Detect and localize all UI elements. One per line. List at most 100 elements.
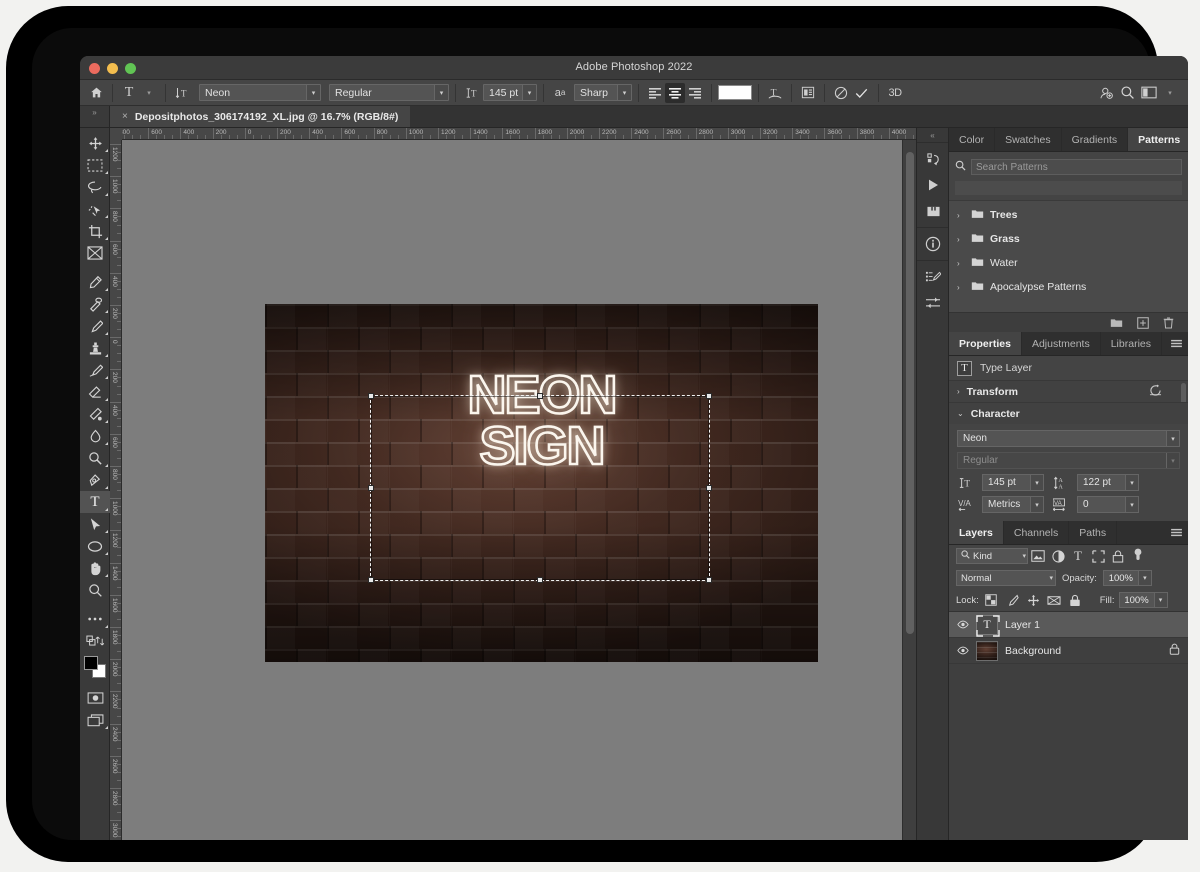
tab-gradients[interactable]: Gradients [1062,128,1129,151]
vertical-ruler[interactable]: 1200100080060040020002004006008001000120… [110,140,122,840]
table-row[interactable]: T Layer 1 [949,612,1188,638]
new-pattern-icon[interactable] [1137,317,1149,329]
info-panel-icon[interactable] [917,231,949,257]
list-item[interactable]: › Apocalypse Patterns [949,275,1188,299]
cancel-edits-icon[interactable] [831,83,851,103]
eyedropper-tool[interactable] [80,271,110,293]
lock-all-icon[interactable] [1067,594,1084,607]
ellipse-shape-tool[interactable] [80,535,110,557]
chevron-down-icon[interactable]: ▾ [1155,592,1168,608]
commit-edits-icon[interactable] [851,83,872,103]
panel-menu-icon[interactable] [1164,521,1188,544]
filter-toggle-switch-icon[interactable] [1128,548,1148,564]
tab-channels[interactable]: Channels [1004,521,1069,544]
rectangular-select-tool[interactable] [80,154,110,176]
character-kerning-select[interactable]: Metrics ▾ [982,496,1044,513]
home-icon[interactable] [86,83,106,103]
three-d-button[interactable]: 3D [885,83,905,103]
tab-properties[interactable]: Properties [949,332,1022,355]
tab-swatches[interactable]: Swatches [995,128,1062,151]
font-style-select[interactable]: Regular ▾ [329,84,449,101]
align-center-icon[interactable] [665,83,685,103]
eraser-tool[interactable] [80,381,110,403]
layer-filter-kind-select[interactable]: Kind ▾ [956,548,1028,564]
properties-sliders-panel-icon[interactable] [917,290,949,316]
chevron-right-icon[interactable]: › [957,283,965,292]
workspace-switcher-icon[interactable] [1138,83,1160,103]
image-layer-thumbnail[interactable] [976,641,998,661]
filter-type-layers-icon[interactable]: T [1068,548,1088,564]
path-selection-tool[interactable] [80,513,110,535]
toggle-text-orientation-icon[interactable]: T [172,83,193,103]
tab-color[interactable]: Color [949,128,995,151]
edit-toolbar-tool[interactable] [80,608,110,630]
character-paragraph-panels-icon[interactable] [798,83,818,103]
filter-smart-objects-icon[interactable] [1108,550,1128,563]
spot-healing-brush-tool[interactable] [80,293,110,315]
transform-handle-middle-right[interactable] [706,485,712,491]
eye-icon[interactable] [957,620,969,629]
character-font-family-select[interactable]: Neon ▾ [957,430,1180,447]
type-tool[interactable]: T [80,491,110,513]
search-input[interactable] [971,159,1182,175]
transform-handle-top-left[interactable] [368,393,374,399]
expand-panels-icon[interactable]: » [80,106,110,127]
chevron-right-icon[interactable]: › [957,259,965,268]
type-tool-icon[interactable]: T [119,83,139,103]
anti-aliasing-select[interactable]: Sharp ▾ [574,84,632,101]
section-transform[interactable]: › Transform [949,380,1188,402]
character-font-size-input[interactable]: 145 pt ▾ [982,474,1044,491]
character-tracking-input[interactable]: 0 ▾ [1077,496,1139,513]
type-layer-thumbnail[interactable]: T [976,615,998,635]
quick-mask-icon[interactable] [80,687,110,709]
lasso-tool[interactable] [80,176,110,198]
fill-input[interactable]: 100% [1119,592,1155,608]
list-item[interactable]: › Grass [949,227,1188,251]
actions-panel-icon[interactable] [917,172,949,198]
chevron-down-icon[interactable]: ▾ [1160,83,1180,103]
frame-tool[interactable] [80,242,110,264]
transform-handle-bottom-right[interactable] [706,577,712,583]
chevron-down-icon[interactable]: ▾ [139,83,159,103]
lock-position-icon[interactable] [1025,594,1042,607]
delete-pattern-icon[interactable] [1163,317,1174,329]
filter-adjustment-layers-icon[interactable] [1048,550,1068,563]
document-tab[interactable]: × Depositphotos_306174192_XL.jpg @ 16.7%… [110,106,410,127]
dodge-tool[interactable] [80,447,110,469]
hand-tool[interactable] [80,557,110,579]
list-item[interactable]: › Trees [949,203,1188,227]
tab-adjustments[interactable]: Adjustments [1022,332,1101,355]
screen-mode-icon[interactable] [80,709,110,731]
new-group-folder-icon[interactable] [1110,317,1123,328]
blur-tool[interactable] [80,425,110,447]
transform-handle-top-center[interactable] [537,393,543,399]
blend-mode-select[interactable]: Normal ▾ [956,570,1056,586]
object-selection-tool[interactable] [80,198,110,220]
lock-transparent-pixels-icon[interactable] [983,594,1000,606]
chevron-down-icon[interactable]: ▾ [1139,570,1152,586]
create-warped-text-icon[interactable]: T [765,83,785,103]
lock-artboard-nesting-icon[interactable] [1046,594,1063,607]
list-item[interactable]: › Water [949,251,1188,275]
history-brush-tool[interactable] [80,359,110,381]
libraries-panel-icon[interactable] [917,198,949,224]
tab-paths[interactable]: Paths [1069,521,1117,544]
transform-handle-bottom-center[interactable] [537,577,543,583]
transform-handle-top-right[interactable] [706,393,712,399]
eye-icon[interactable] [957,646,969,655]
chevron-right-icon[interactable]: › [957,235,965,244]
filter-shape-layers-icon[interactable] [1088,550,1108,563]
pen-tool[interactable] [80,469,110,491]
foreground-color-swatch[interactable] [84,656,98,670]
align-right-icon[interactable] [685,83,705,103]
canvas-vertical-scrollbar[interactable] [902,140,916,840]
gradient-tool[interactable] [80,403,110,425]
move-tool[interactable] [80,132,110,154]
chevron-right-icon[interactable]: › [957,211,965,220]
crop-tool[interactable] [80,220,110,242]
font-size-input[interactable]: 145 pt ▾ [483,84,537,101]
font-family-select[interactable]: Neon ▾ [199,84,321,101]
collapse-panels-icon[interactable]: « [917,128,948,142]
horizontal-ruler[interactable]: 8006004002000200400600800100012001400160… [110,128,916,140]
chevron-right-icon[interactable]: › [957,387,960,396]
